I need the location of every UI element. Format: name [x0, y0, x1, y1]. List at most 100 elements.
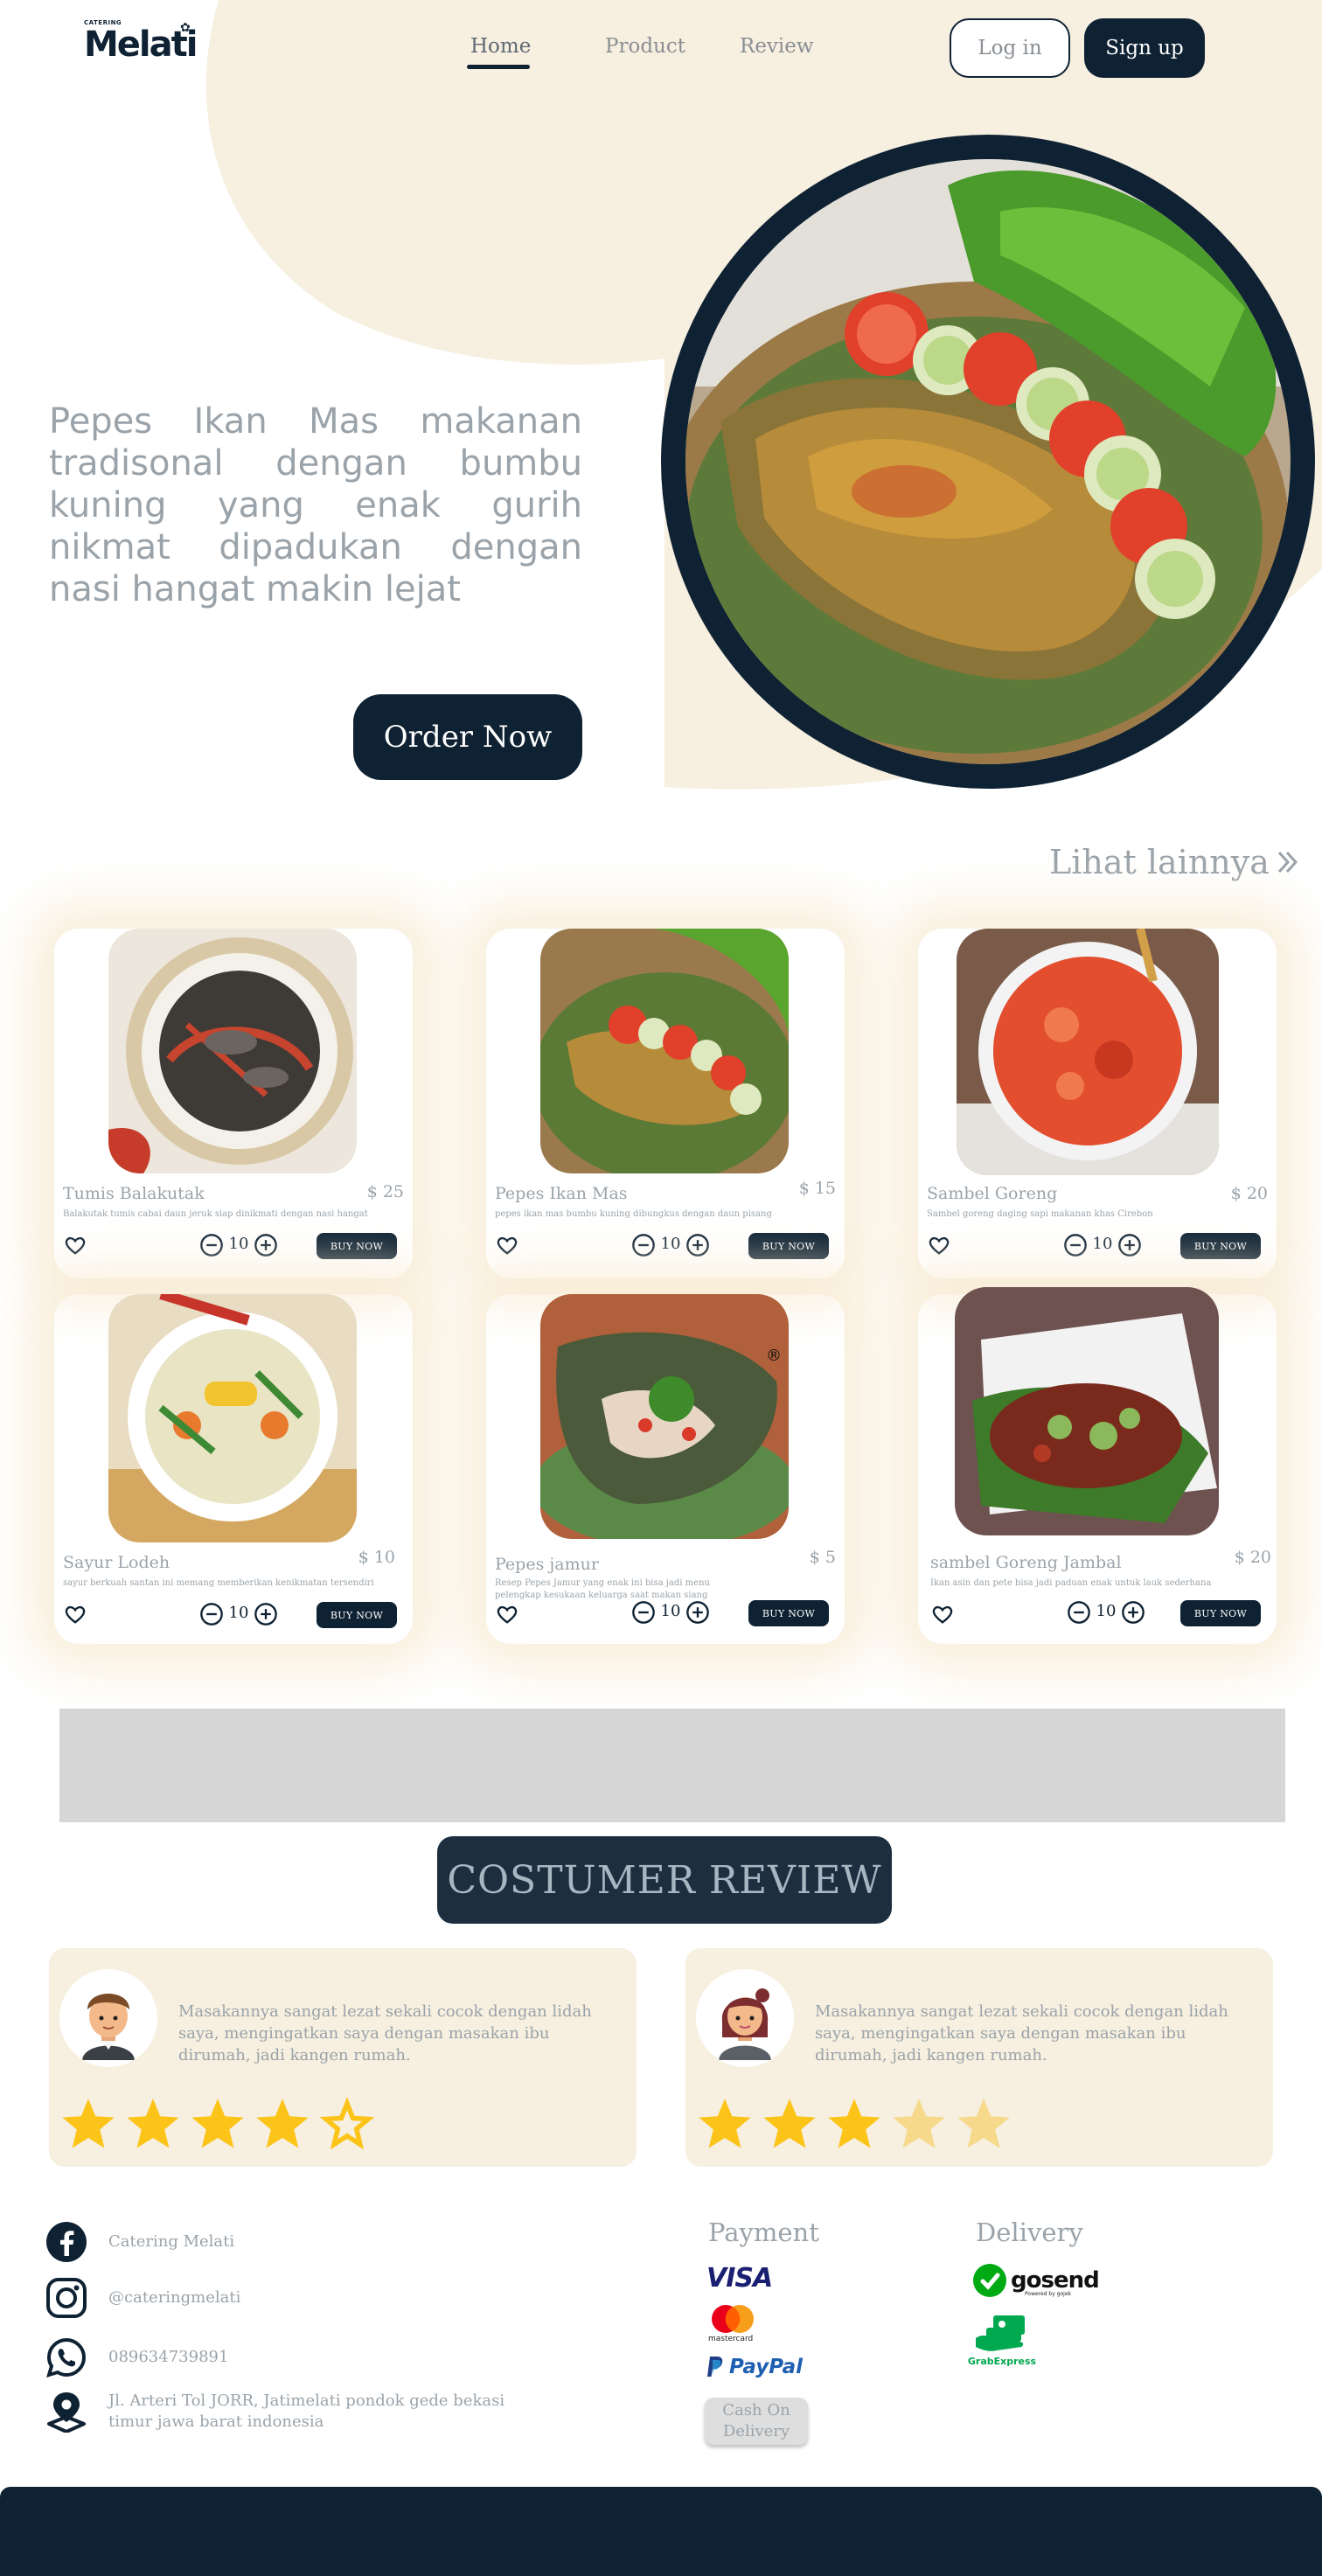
- minus-circle-icon[interactable]: [631, 1600, 656, 1625]
- minus-circle-icon[interactable]: [199, 1602, 224, 1626]
- review-card: Masakannya sangat lezat sekali cocok den…: [685, 1948, 1273, 2167]
- male-avatar: [59, 1969, 157, 2067]
- star-filled-icon: [763, 2099, 816, 2148]
- product-name: Sambel Goreng: [927, 1184, 1058, 1203]
- order-now-button[interactable]: Order Now: [353, 694, 582, 780]
- heart-icon[interactable]: [63, 1602, 87, 1626]
- buy-now-button[interactable]: BUY NOW: [1180, 1233, 1261, 1259]
- star-rating: [696, 2095, 1012, 2153]
- plus-circle-icon[interactable]: [254, 1233, 278, 1257]
- buy-now-button[interactable]: BUY NOW: [317, 1602, 397, 1628]
- payment-title: Payment: [708, 2217, 819, 2247]
- star-filled-icon: [256, 2099, 309, 2148]
- product-price: $ 20: [1234, 1548, 1271, 1567]
- buy-now-button[interactable]: BUY NOW: [748, 1233, 829, 1259]
- visa-logo: VISA: [706, 2263, 773, 2294]
- contact-text: Jl. Arteri Tol JORR, Jatimelati pondok g…: [108, 2392, 505, 2431]
- hero-description: Pepes Ikan Mas makanan tradisonal dengan…: [49, 401, 582, 609]
- nav-product-link[interactable]: Product: [605, 35, 685, 58]
- heart-icon[interactable]: [495, 1602, 519, 1626]
- mastercard-logo: mastercard: [706, 2303, 759, 2345]
- minus-circle-icon[interactable]: [1063, 1233, 1088, 1257]
- plus-circle-icon[interactable]: [685, 1233, 710, 1257]
- quantity-value: 10: [660, 1235, 681, 1253]
- nav-home-link[interactable]: Home: [470, 35, 531, 58]
- star-faded-icon: [893, 2099, 945, 2148]
- star-outline-icon: [319, 2097, 375, 2150]
- product-card: Pepes Ikan Mas $ 15 pepes ikan mas bumbu…: [486, 929, 845, 1278]
- star-rating: [59, 2095, 376, 2153]
- product-description: Sambel goreng daging sapi makanan khas C…: [927, 1209, 1153, 1219]
- gosend-logo: gosend Powered by gojek: [972, 2263, 1100, 2298]
- star-faded-icon: [957, 2099, 1010, 2148]
- plus-circle-icon[interactable]: [685, 1600, 710, 1625]
- signup-button[interactable]: Sign up: [1084, 18, 1205, 78]
- product-card: Sambel Goreng $ 20 Sambel goreng daging …: [918, 929, 1277, 1278]
- double-chevron-right-icon: [1277, 851, 1298, 874]
- grabexpress-label: GrabExpress: [967, 2356, 1037, 2367]
- grabexpress-logo: GrabExpress: [967, 2312, 1037, 2368]
- heart-icon[interactable]: [495, 1233, 519, 1257]
- product-image-sambel-goreng-jambal[interactable]: [955, 1287, 1219, 1535]
- product-image-sambel-goreng[interactable]: [957, 929, 1219, 1175]
- quantity-value: 10: [228, 1235, 249, 1253]
- login-button[interactable]: Log in: [950, 18, 1070, 78]
- product-name: sambel Goreng Jambal: [930, 1553, 1122, 1572]
- heart-icon[interactable]: [63, 1233, 87, 1257]
- product-description: Ikan asin dan pete bisa jadi paduan enak…: [930, 1578, 1212, 1588]
- hero-image-pepes-ikan-mas: [685, 159, 1291, 764]
- heart-icon[interactable]: [927, 1233, 951, 1257]
- brand-logo[interactable]: CATERING Melati ✿: [84, 17, 198, 66]
- whatsapp-icon: [46, 2337, 87, 2378]
- promo-banner-placeholder: [59, 1709, 1285, 1822]
- product-description: sayur berkuah santan ini memang memberik…: [63, 1578, 374, 1588]
- buy-now-button[interactable]: BUY NOW: [1180, 1600, 1261, 1626]
- product-price: $ 20: [1230, 1184, 1268, 1203]
- product-name: Pepes jamur: [495, 1555, 599, 1574]
- contact-whatsapp[interactable]: 089634739891: [45, 2336, 228, 2378]
- buy-now-button[interactable]: BUY NOW: [748, 1600, 829, 1626]
- gosend-sublabel: Powered by gojek: [1025, 2291, 1071, 2297]
- paypal-icon: [707, 2357, 723, 2377]
- product-price: $ 25: [366, 1182, 404, 1201]
- star-filled-icon: [127, 2099, 179, 2148]
- nav-review-link[interactable]: Review: [740, 35, 814, 58]
- see-more-link[interactable]: Lihat lainnya: [1049, 843, 1299, 881]
- star-filled-icon: [62, 2099, 115, 2148]
- cash-on-delivery-button[interactable]: Cash On Delivery: [705, 2398, 808, 2445]
- footer-bar: [0, 2487, 1322, 2576]
- minus-circle-icon[interactable]: [199, 1233, 224, 1257]
- product-image-sayur-lodeh[interactable]: [108, 1294, 357, 1542]
- plus-circle-icon[interactable]: [1117, 1233, 1142, 1257]
- product-card: Tumis Balakutak $ 25 Balakutak tumis cab…: [54, 929, 413, 1278]
- plus-circle-icon[interactable]: [254, 1602, 278, 1626]
- quantity-value: 10: [1096, 1602, 1117, 1620]
- buy-now-button[interactable]: BUY NOW: [317, 1233, 397, 1259]
- gosend-label: gosend: [1011, 2267, 1100, 2294]
- product-image-pepes-ikan-mas[interactable]: [540, 929, 789, 1173]
- product-description: Resep Pepes Jamur yang enak ini bisa jad…: [495, 1578, 710, 1600]
- minus-circle-icon[interactable]: [1067, 1600, 1091, 1625]
- logo-flower-icon: ✿: [180, 21, 191, 35]
- minus-circle-icon[interactable]: [631, 1233, 656, 1257]
- quantity-value: 10: [228, 1604, 249, 1622]
- product-card: sambel Goreng Jambal $ 20 Ikan asin dan …: [918, 1287, 1277, 1644]
- plus-circle-icon[interactable]: [1121, 1600, 1145, 1625]
- heart-icon[interactable]: [930, 1602, 955, 1626]
- paypal-logo: PayPal: [706, 2356, 803, 2378]
- delivery-title: Delivery: [976, 2217, 1083, 2247]
- female-avatar: [696, 1969, 794, 2067]
- contact-text: @cateringmelati: [108, 2288, 241, 2307]
- gosend-icon: [973, 2264, 1006, 2297]
- contact-instagram[interactable]: @cateringmelati: [45, 2277, 240, 2319]
- product-description: pepes ikan mas bumbu kuning dibungkus de…: [495, 1209, 772, 1219]
- contact-facebook[interactable]: Catering Melati: [45, 2221, 234, 2263]
- star-filled-icon: [191, 2099, 244, 2148]
- product-name: Pepes Ikan Mas: [495, 1184, 628, 1203]
- contact-address[interactable]: Jl. Arteri Tol JORR, Jatimelati pondok g…: [45, 2391, 519, 2433]
- product-image-pepes-jamur[interactable]: ®: [540, 1294, 789, 1539]
- review-section-title: COSTUMER REVIEW: [437, 1836, 892, 1924]
- mastercard-label: mastercard: [708, 2335, 754, 2343]
- product-image-tumis-balakutak[interactable]: [108, 929, 357, 1173]
- product-description: Balakutak tumis cabai daun jeruk siap di…: [63, 1209, 368, 1219]
